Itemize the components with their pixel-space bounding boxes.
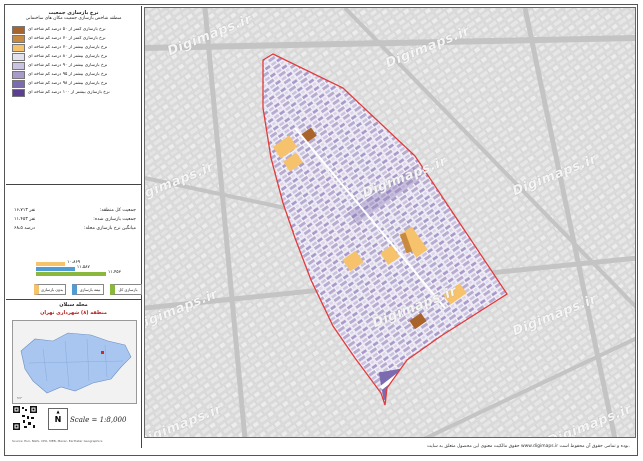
divider-2 (6, 299, 141, 300)
legend-label: نرخ بازسازی کمتر از ۷۰ درصد کم شاخه ای (28, 36, 106, 41)
legend-subtitle: منطقه شاخص بازسازی جمعیت مکان های ساختما… (25, 16, 122, 21)
credit-text: Source: Esri, NGIS, CPO, MEB, Maxar, Ear… (12, 439, 103, 443)
map-canvas[interactable]: Digimaps.ir Digimaps.ir Digimaps.ir Digi… (144, 7, 636, 438)
svg-text:53°: 53° (17, 396, 23, 400)
inset-map: 53° (12, 320, 137, 404)
legend-pill: بازسازی کل (110, 284, 142, 295)
legend-swatch (12, 70, 25, 79)
legend-item: نرخ بازسازی بیشتر از ۸۰ درصد کم شاخه ای (12, 52, 135, 61)
legend-list: نرخ بازسازی کمتر از ۵۰ درصد کم شاخه ای نر… (12, 25, 135, 97)
stat-value: ۶۸،۵ درصد (14, 226, 35, 231)
inset-subtitle: منطقه (۸) شهرداری تهران (40, 310, 107, 316)
legend-label: نرخ بازسازی بیشتر از ۷۰ درصد کم شاخه ای (28, 45, 108, 50)
pill-block: بازسازی کل نیمه بازسازی بدون بازسازی (6, 284, 142, 296)
legend-item: نرخ بازسازی بیشتر از ۱۰۰ درصد کم شاخه ای (12, 88, 135, 97)
legend-swatch (12, 25, 25, 34)
legend-label: نرخ بازسازی بیشتر از ۱۰۰ درصد کم شاخه ای (28, 90, 110, 95)
divider (6, 184, 141, 185)
bar-value: ۱۱،۵۸۷ (76, 265, 90, 270)
scale-text: Scale = 1:8,000 (70, 416, 127, 424)
footer-copyright: حقوق مالکیت معنوی این محصول متعلق به سای… (427, 444, 630, 449)
legend-label: نرخ بازسازی بیشتر از ۹۸ درصد کم شاخه ای (28, 81, 108, 86)
legend-item: نرخ بازسازی بیشتر از ۹۵ درصد کم شاخه ای (12, 70, 135, 79)
legend-item: نرخ بازسازی بیشتر از ۹۸ درصد کم شاخه ای (12, 79, 135, 88)
stat-label: میانگین نرخ بازسازی محله: (83, 226, 136, 231)
north-arrow: ▲ N (48, 408, 68, 430)
stat-row: ۱۱،۴۵۳ نفر جمعیت بازسازی شده: (14, 215, 136, 224)
legend-item: نرخ بازسازی کمتر از ۵۰ درصد کم شاخه ای (12, 25, 135, 34)
legend-swatch (12, 79, 25, 88)
stat-row: ۶۸،۵ درصد میانگین نرخ بازسازی محله: (14, 224, 136, 233)
population-bar (36, 262, 66, 266)
legend-swatch (12, 52, 25, 61)
legend-item: نرخ بازسازی بیشتر از ۹۰ درصد کم شاخه ای (12, 61, 135, 70)
inset-title: محله سبلان (59, 302, 88, 308)
legend-swatch (12, 88, 25, 97)
qr-code (12, 405, 38, 431)
stat-label: جمعیت بازسازی شده: (93, 217, 136, 222)
legend-label: نرخ بازسازی بیشتر از ۹۰ درصد کم شاخه ای (28, 63, 108, 68)
legend-item: نرخ بازسازی کمتر از ۷۰ درصد کم شاخه ای (12, 34, 135, 43)
population-bar (36, 272, 106, 276)
legend-label: نرخ بازسازی کمتر از ۵۰ درصد کم شاخه ای (28, 27, 106, 32)
stat-value: ۱۶،۷۱۳ نفر (14, 208, 36, 213)
legend-panel: نرخ بازسازی جمعیت منطقه شاخص بازسازی جمع… (6, 6, 142, 448)
legend-swatch (12, 43, 25, 52)
legend-label: نرخ بازسازی بیشتر از ۸۰ درصد کم شاخه ای (28, 54, 108, 59)
legend-label: نرخ بازسازی بیشتر از ۹۵ درصد کم شاخه ای (28, 72, 108, 77)
legend-swatch (12, 61, 25, 70)
stats-block: ۱۶،۷۱۳ نفر جمعیت کل منطقه: ۱۱،۴۵۳ نفر جمعیت… (14, 206, 136, 233)
north-label: N (54, 415, 62, 424)
stat-label: جمعیت کل منطقه: (99, 208, 136, 213)
legend-item: نرخ بازسازی بیشتر از ۷۰ درصد کم شاخه ای (12, 43, 135, 52)
stat-row: ۱۶،۷۱۳ نفر جمعیت کل منطقه: (14, 206, 136, 215)
stat-value: ۱۱،۴۵۳ نفر (14, 217, 36, 222)
map-svg (145, 8, 635, 437)
legend-pill: بدون بازسازی (34, 284, 66, 295)
bar-value: ۱۱،۴۵۳ (108, 270, 121, 275)
legend-pill: نیمه بازسازی (72, 284, 104, 295)
population-bar (36, 267, 75, 271)
legend-swatch (12, 34, 25, 43)
